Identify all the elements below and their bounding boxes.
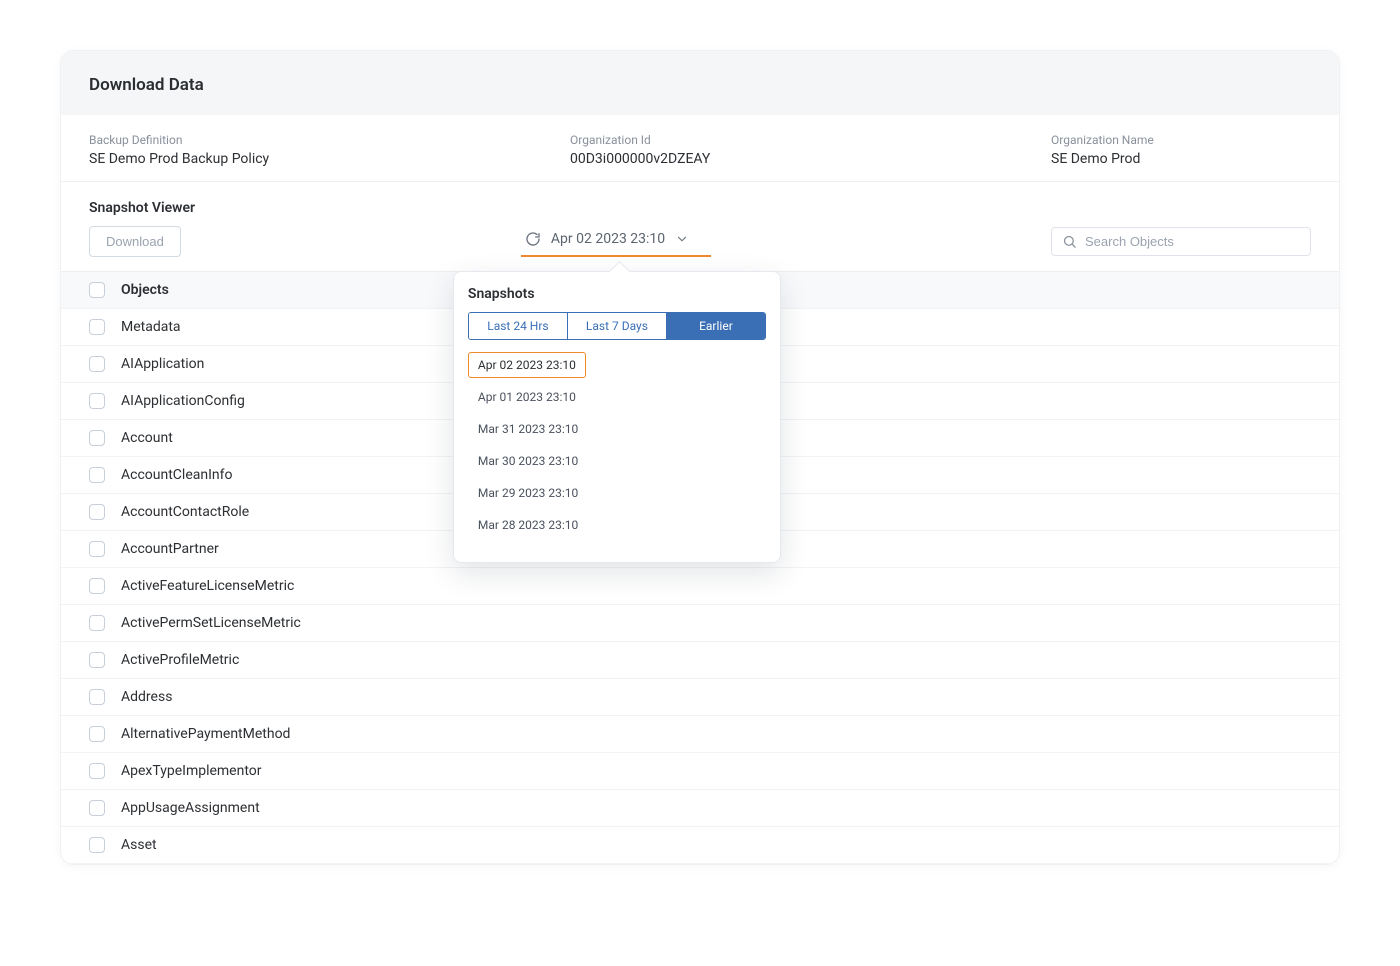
row-checkbox[interactable]: [89, 393, 105, 409]
object-name: AccountContactRole: [121, 504, 249, 520]
row-checkbox[interactable]: [89, 578, 105, 594]
table-row[interactable]: ActiveProfileMetric: [61, 642, 1339, 679]
meta-value: SE Demo Prod Backup Policy: [89, 151, 570, 167]
page-header: Download Data: [61, 51, 1339, 115]
refresh-icon: [525, 231, 541, 247]
meta-label: Organization Id: [570, 133, 1051, 147]
object-name: AlternativePaymentMethod: [121, 726, 290, 742]
snapshot-item[interactable]: Mar 28 2023 23:10: [468, 512, 588, 538]
meta-value: 00D3i000000v2DZEAY: [570, 151, 1051, 167]
row-checkbox[interactable]: [89, 504, 105, 520]
object-name: AccountCleanInfo: [121, 467, 232, 483]
snapshot-picker-label: Apr 02 2023 23:10: [551, 231, 665, 247]
search-input[interactable]: [1085, 234, 1300, 249]
meta-backup-definition: Backup Definition SE Demo Prod Backup Po…: [89, 133, 570, 167]
object-name: AccountPartner: [121, 541, 219, 557]
object-name: ActivePermSetLicenseMetric: [121, 615, 301, 631]
object-name: AIApplication: [121, 356, 204, 372]
row-checkbox[interactable]: [89, 689, 105, 705]
object-name: ActiveFeatureLicenseMetric: [121, 578, 294, 594]
row-checkbox[interactable]: [89, 356, 105, 372]
row-checkbox[interactable]: [89, 763, 105, 779]
table-row[interactable]: AlternativePaymentMethod: [61, 716, 1339, 753]
snapshot-tabs: Last 24 HrsLast 7 DaysEarlier: [468, 312, 766, 340]
table-row[interactable]: Asset: [61, 827, 1339, 864]
app-frame: Download Data Backup Definition SE Demo …: [60, 50, 1340, 865]
object-name: Asset: [121, 837, 157, 853]
snapshot-popover-title: Snapshots: [468, 286, 766, 302]
table-row[interactable]: ApexTypeImplementor: [61, 753, 1339, 790]
row-checkbox[interactable]: [89, 467, 105, 483]
snapshot-tab[interactable]: Last 7 Days: [568, 313, 667, 339]
row-checkbox[interactable]: [89, 800, 105, 816]
snapshot-popover: Snapshots Last 24 HrsLast 7 DaysEarlier …: [453, 271, 781, 563]
snapshot-item[interactable]: Apr 01 2023 23:10: [468, 384, 586, 410]
page-title: Download Data: [89, 75, 1311, 95]
snapshot-item[interactable]: Mar 30 2023 23:10: [468, 448, 588, 474]
object-name: ActiveProfileMetric: [121, 652, 239, 668]
snapshot-item[interactable]: Mar 29 2023 23:10: [468, 480, 588, 506]
object-name: Address: [121, 689, 172, 705]
select-all-checkbox[interactable]: [89, 282, 105, 298]
snapshot-item[interactable]: Apr 02 2023 23:10: [468, 352, 586, 378]
row-checkbox[interactable]: [89, 837, 105, 853]
chevron-down-icon: [675, 232, 689, 246]
object-name: Metadata: [121, 319, 181, 335]
search-icon: [1062, 234, 1077, 249]
row-checkbox[interactable]: [89, 615, 105, 631]
download-button[interactable]: Download: [89, 226, 181, 257]
table-row[interactable]: ActivePermSetLicenseMetric: [61, 605, 1339, 642]
snapshot-picker-wrap: Apr 02 2023 23:10 Snapshots Last 24 HrsL…: [521, 227, 711, 257]
snapshot-tab[interactable]: Last 24 Hrs: [469, 313, 568, 339]
meta-label: Organization Name: [1051, 133, 1311, 147]
row-checkbox[interactable]: [89, 430, 105, 446]
snapshot-item[interactable]: Mar 27 2023 23:10: [468, 544, 588, 552]
snapshot-list[interactable]: Apr 02 2023 23:10 Apr 01 2023 23:10 Mar 31…: [468, 352, 766, 552]
meta-organization-id: Organization Id 00D3i000000v2DZEAY: [570, 133, 1051, 167]
row-checkbox[interactable]: [89, 319, 105, 335]
meta-organization-name: Organization Name SE Demo Prod: [1051, 133, 1311, 167]
table-row[interactable]: ActiveFeatureLicenseMetric: [61, 568, 1339, 605]
snapshot-picker[interactable]: Apr 02 2023 23:10: [521, 227, 711, 257]
object-name: ApexTypeImplementor: [121, 763, 262, 779]
snapshot-tab[interactable]: Earlier: [667, 313, 765, 339]
table-row[interactable]: Address: [61, 679, 1339, 716]
meta-label: Backup Definition: [89, 133, 570, 147]
object-name: AppUsageAssignment: [121, 800, 260, 816]
object-name: AIApplicationConfig: [121, 393, 245, 409]
row-checkbox[interactable]: [89, 652, 105, 668]
row-checkbox[interactable]: [89, 541, 105, 557]
table-row[interactable]: AppUsageAssignment: [61, 790, 1339, 827]
snapshot-item[interactable]: Mar 31 2023 23:10: [468, 416, 588, 442]
toolbar: Download Apr 02 2023 23:10 Snapshots Las…: [61, 226, 1339, 271]
meta-bar: Backup Definition SE Demo Prod Backup Po…: [61, 115, 1339, 182]
section-title-snapshot-viewer: Snapshot Viewer: [61, 182, 1339, 226]
object-name: Account: [121, 430, 173, 446]
table-header-objects: Objects: [121, 282, 169, 298]
meta-value: SE Demo Prod: [1051, 151, 1311, 167]
search-box[interactable]: [1051, 227, 1311, 256]
row-checkbox[interactable]: [89, 726, 105, 742]
